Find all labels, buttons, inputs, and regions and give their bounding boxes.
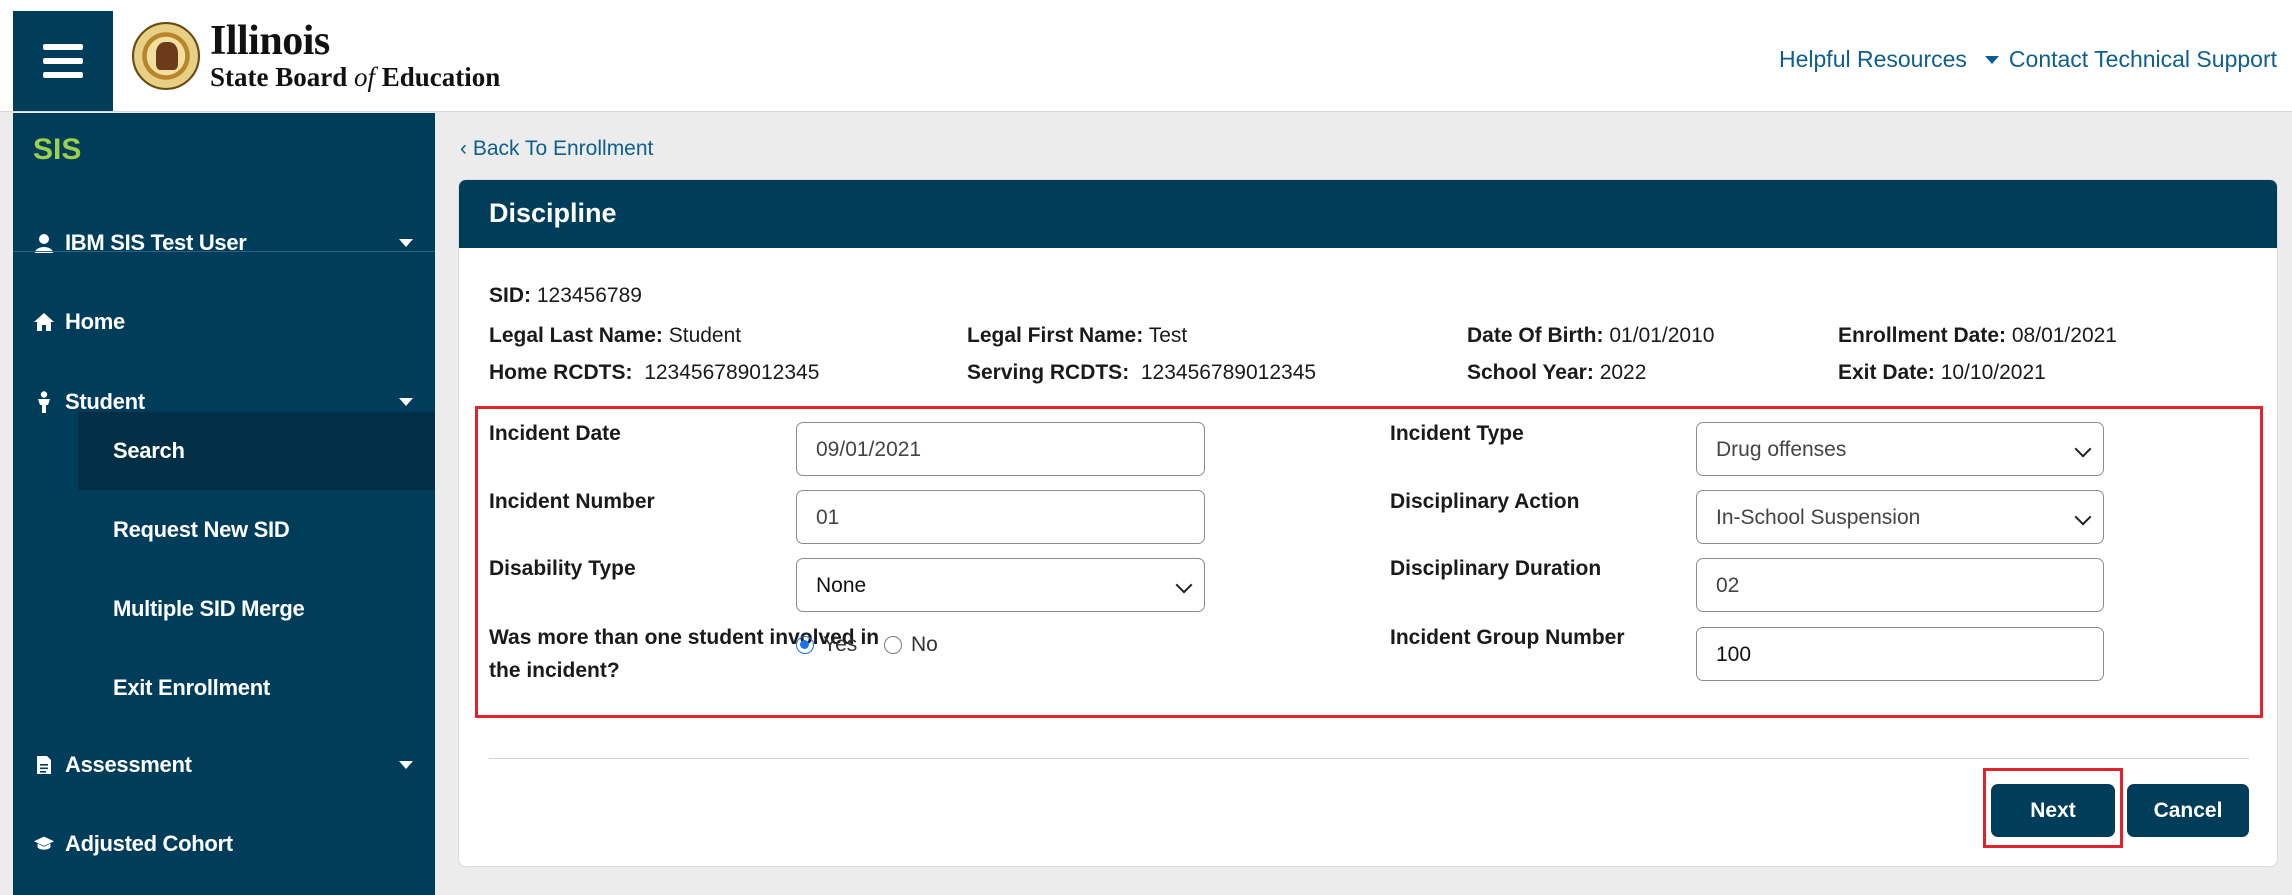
logo-title: Illinois: [210, 18, 330, 64]
helpful-resources-link[interactable]: Helpful Resources: [1779, 46, 1967, 73]
graduation-cap-icon: [33, 833, 55, 855]
state-seal-icon: [132, 21, 200, 90]
legal-first-name: Legal First Name: Test: [967, 324, 1188, 347]
disciplinary-action-select[interactable]: In-School Suspension: [1696, 490, 2104, 544]
sidebar-item-adjusted-cohort[interactable]: Adjusted Cohort: [13, 814, 435, 874]
user-menu[interactable]: IBM SIS Test User: [13, 213, 435, 273]
card-title: Discipline: [459, 180, 2277, 248]
sidebar-item-label: Adjusted Cohort: [65, 831, 233, 856]
chevron-down-icon[interactable]: [1984, 55, 1999, 64]
sidebar-item-request-new-sid[interactable]: Request New SID: [78, 491, 435, 569]
top-header: Illinois State Board of Education Helpfu…: [0, 0, 2292, 112]
radio-yes[interactable]: Yes: [796, 633, 857, 657]
incident-date-input[interactable]: 09/01/2021: [796, 422, 1205, 476]
sid-info: SID: 123456789: [489, 284, 642, 307]
legal-last-name: Legal Last Name: Student: [489, 324, 742, 347]
back-to-enrollment-link[interactable]: ‹ Back To Enrollment: [460, 137, 653, 161]
disability-type-label: Disability Type: [489, 557, 636, 580]
isbe-logo[interactable]: Illinois State Board of Education: [132, 20, 500, 91]
sidebar-item-assessment[interactable]: Assessment: [13, 735, 435, 795]
incident-group-number-label: Incident Group Number: [1390, 626, 1625, 649]
hamburger-menu-icon[interactable]: [13, 11, 113, 111]
disciplinary-duration-label: Disciplinary Duration: [1390, 557, 1602, 580]
disability-type-select[interactable]: None: [796, 558, 1205, 612]
cancel-button[interactable]: Cancel: [2127, 784, 2249, 837]
app-title: SIS: [33, 133, 82, 166]
school-year: School Year: 2022: [1467, 361, 1647, 384]
chevron-down-icon: [399, 239, 413, 247]
divider: [489, 758, 2249, 759]
document-icon: [33, 754, 55, 776]
incident-type-label: Incident Type: [1390, 422, 1524, 445]
incident-type-select[interactable]: Drug offenses: [1696, 422, 2104, 476]
discipline-card: Discipline SID: 123456789 Legal Last Nam…: [458, 179, 2278, 867]
disciplinary-duration-input[interactable]: 02: [1696, 558, 2104, 612]
sidebar-item-exit-enrollment[interactable]: Exit Enrollment: [78, 649, 435, 727]
sidebar-item-multiple-sid-merge[interactable]: Multiple SID Merge: [78, 570, 435, 648]
chevron-down-icon: [399, 398, 413, 406]
sidebar-item-search[interactable]: Search: [78, 412, 435, 490]
next-button[interactable]: Next: [1991, 784, 2115, 837]
divider: [13, 251, 435, 252]
home-icon: [33, 311, 55, 333]
exit-date: Exit Date: 10/10/2021: [1838, 361, 2046, 384]
incident-form: Incident Date 09/01/2021 Incident Number…: [475, 406, 2263, 718]
sidebar-item-home[interactable]: Home: [13, 292, 435, 352]
chevron-left-icon: ‹: [460, 137, 467, 160]
incident-number-label: Incident Number: [489, 490, 655, 513]
home-rcdts: Home RCDTS: 123456789012345: [489, 361, 820, 384]
chevron-down-icon: [399, 761, 413, 769]
sidebar-item-label: Home: [65, 309, 125, 334]
incident-number-input[interactable]: 01: [796, 490, 1205, 544]
disciplinary-action-label: Disciplinary Action: [1390, 490, 1580, 513]
radio-no[interactable]: No: [884, 633, 938, 657]
user-name: IBM SIS Test User: [65, 230, 247, 255]
multiple-students-radio-group: Yes No: [796, 633, 976, 657]
sidebar-item-label: Assessment: [65, 752, 192, 777]
student-icon: [33, 391, 55, 413]
sidebar: SIS IBM SIS Test User Home Student Searc…: [13, 113, 435, 895]
enrollment-date: Enrollment Date: 08/01/2021: [1838, 324, 2117, 347]
date-of-birth: Date Of Birth: 01/01/2010: [1467, 324, 1715, 347]
logo-subtitle: State Board of Education: [210, 62, 501, 92]
incident-group-number-input[interactable]: 100: [1696, 627, 2104, 681]
incident-date-label: Incident Date: [489, 422, 621, 445]
contact-support-link[interactable]: Contact Technical Support: [2009, 46, 2277, 73]
serving-rcdts: Serving RCDTS: 123456789012345: [967, 361, 1317, 384]
